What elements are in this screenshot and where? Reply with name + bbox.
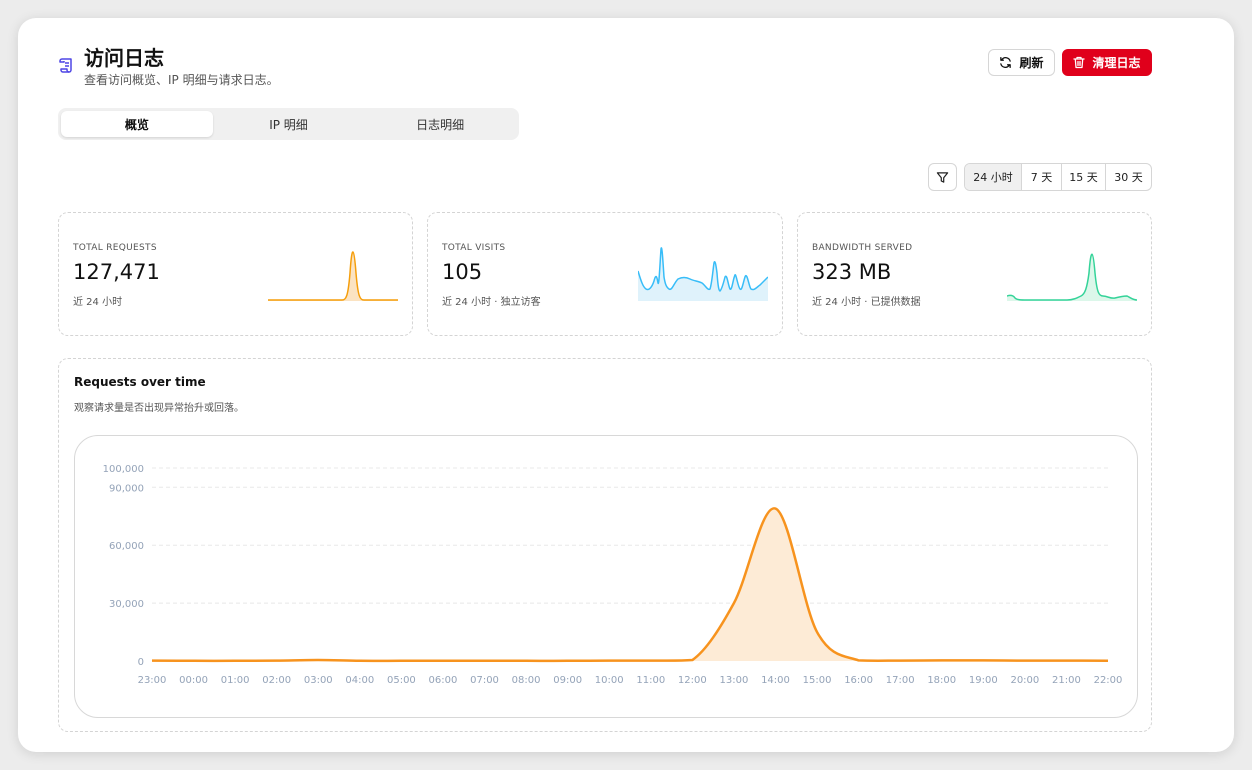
y-tick-label: 60,000	[109, 541, 144, 552]
page-title: 访问日志	[84, 46, 164, 70]
filter-button[interactable]	[928, 163, 957, 191]
x-tick-label: 10:00	[595, 675, 624, 686]
requests-line-chart: 0 30,000 60,000 90,000 100,000 23:00 00:00 01:0…	[103, 464, 1123, 686]
x-tick-label: 14:00	[761, 675, 790, 686]
x-tick-label: 20:00	[1010, 675, 1039, 686]
x-tick-label: 12:00	[678, 675, 707, 686]
refresh-icon	[1000, 57, 1012, 68]
requests-chart-card: Requests over time 观察请求量是否出现异常抬升或回落。 0 30…	[58, 358, 1152, 732]
requests-sparkline	[268, 251, 398, 301]
refresh-label: 刷新	[1019, 56, 1044, 70]
stat-caption: 近 24 小时	[73, 297, 123, 308]
sparkline-line	[1007, 253, 1137, 301]
tab-label: 日志明细	[416, 117, 465, 132]
tab-label: IP 明细	[269, 117, 308, 132]
stat-card-visits: TOTAL VISITS 105 近 24 小时 · 独立访客	[427, 212, 783, 336]
stat-value: 323 MB	[812, 260, 892, 284]
view-tabs: 概览 IP 明细 日志明细	[58, 108, 519, 140]
tab-ip-detail[interactable]: IP 明细	[213, 111, 365, 137]
x-tick-label: 01:00	[221, 675, 250, 686]
x-tick-label: 08:00	[512, 675, 541, 686]
range-30d[interactable]: 30 天	[1106, 164, 1151, 190]
x-tick-label: 13:00	[719, 675, 748, 686]
range-label: 30 天	[1114, 171, 1143, 184]
x-tick-label: 07:00	[470, 675, 499, 686]
trash-icon	[1073, 56, 1086, 69]
x-tick-label: 00:00	[179, 675, 208, 686]
stat-label: TOTAL VISITS	[442, 243, 506, 253]
x-tick-label: 18:00	[927, 675, 956, 686]
x-tick-label: 02:00	[262, 675, 291, 686]
range-label: 15 天	[1069, 171, 1098, 184]
stat-card-bandwidth: BANDWIDTH SERVED 323 MB 近 24 小时 · 已提供数据	[797, 212, 1152, 336]
bandwidth-sparkline	[1007, 253, 1137, 301]
range-24h[interactable]: 24 小时	[965, 164, 1022, 190]
range-15d[interactable]: 15 天	[1062, 164, 1106, 190]
stat-caption: 近 24 小时 · 独立访客	[442, 297, 541, 308]
sparkline-area	[268, 251, 398, 301]
page-subtitle: 查看访问概览、IP 明细与请求日志。	[84, 73, 279, 87]
x-tick-label: 15:00	[803, 675, 832, 686]
stat-caption: 近 24 小时 · 已提供数据	[812, 297, 921, 308]
stat-label: BANDWIDTH SERVED	[812, 243, 913, 253]
x-tick-label: 23:00	[138, 675, 167, 686]
tab-overview[interactable]: 概览	[61, 111, 213, 137]
range-label: 24 小时	[973, 171, 1013, 184]
stat-value: 127,471	[73, 260, 160, 284]
y-tick-label: 30,000	[109, 599, 144, 610]
y-tick-label: 90,000	[109, 483, 144, 494]
clear-logs-label: 清理日志	[1092, 56, 1141, 70]
stat-label: TOTAL REQUESTS	[73, 243, 157, 253]
app-window: 访问日志 查看访问概览、IP 明细与请求日志。 刷新 清理日志 概览 IP 明细…	[18, 18, 1234, 752]
chart-subtitle: 观察请求量是否出现异常抬升或回落。	[74, 403, 244, 414]
filter-icon	[936, 171, 949, 183]
x-tick-label: 19:00	[969, 675, 998, 686]
scroll-icon	[58, 56, 76, 74]
x-tick-label: 11:00	[636, 675, 665, 686]
refresh-button[interactable]: 刷新	[988, 49, 1055, 76]
sparkline-area	[1007, 254, 1137, 301]
visits-sparkline	[638, 247, 768, 301]
x-tick-label: 03:00	[304, 675, 333, 686]
x-tick-label: 09:00	[553, 675, 582, 686]
stat-card-requests: TOTAL REQUESTS 127,471 近 24 小时	[58, 212, 413, 336]
sparkline-area	[638, 247, 768, 301]
x-tick-label: 04:00	[345, 675, 374, 686]
sparkline-line	[268, 251, 398, 301]
x-tick-label: 06:00	[429, 675, 458, 686]
series-line	[151, 507, 1109, 663]
chart-title: Requests over time	[74, 375, 206, 389]
x-tick-label: 22:00	[1094, 675, 1123, 686]
x-tick-label: 05:00	[387, 675, 416, 686]
y-tick-label: 0	[138, 657, 144, 668]
tab-label: 概览	[124, 117, 149, 132]
x-tick-label: 16:00	[844, 675, 873, 686]
chart-area: 0 30,000 60,000 90,000 100,000 23:00 00:00 01:0…	[74, 435, 1138, 718]
clear-logs-button[interactable]: 清理日志	[1062, 49, 1152, 76]
x-tick-label: 17:00	[886, 675, 915, 686]
range-7d[interactable]: 7 天	[1022, 164, 1062, 190]
time-range-selector: 24 小时 7 天 15 天 30 天	[964, 163, 1152, 191]
x-tick-label: 21:00	[1052, 675, 1081, 686]
series-area	[152, 508, 1108, 661]
tab-log-detail[interactable]: 日志明细	[364, 111, 516, 137]
y-tick-label: 100,000	[103, 464, 144, 475]
stat-value: 105	[442, 260, 483, 284]
range-label: 7 天	[1030, 171, 1053, 184]
